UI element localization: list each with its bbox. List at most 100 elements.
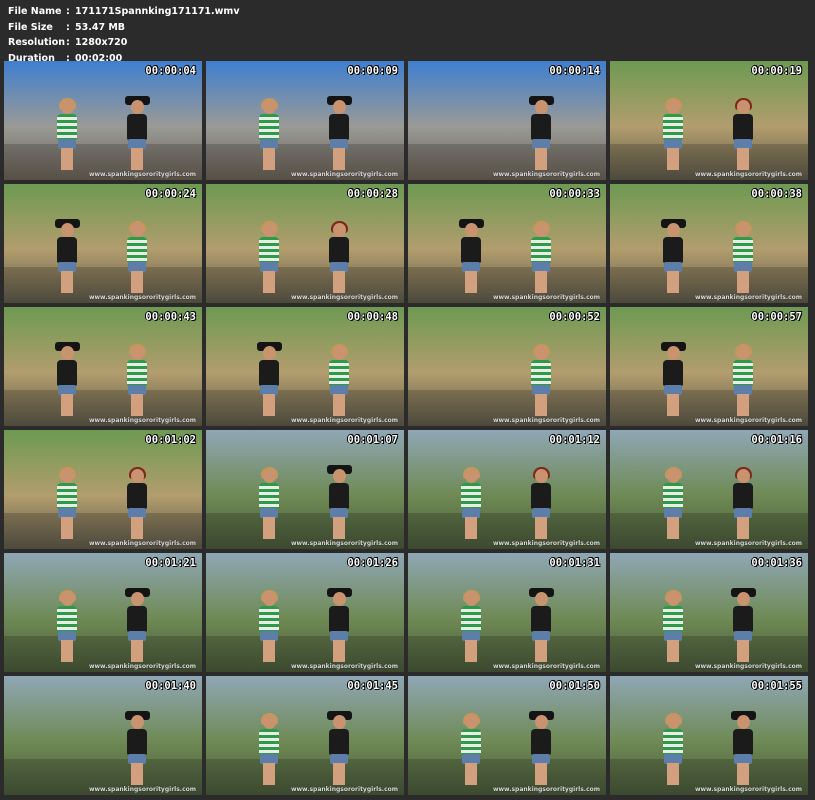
video-thumbnail[interactable]: 00:00:57 www.spankingsororitygirls.com (610, 307, 808, 426)
file-info-label: File Size (8, 21, 53, 33)
file-info-label: Resolution (8, 37, 66, 48)
watermark-text: www.spankingsororitygirls.com (290, 540, 398, 547)
thumbnail-timestamp: 00:01:21 (145, 557, 196, 569)
watermark-text: www.spankingsororitygirls.com (694, 417, 802, 424)
watermark-text: www.spankingsororitygirls.com (88, 417, 196, 424)
person-figure (124, 588, 150, 662)
thumbnail-timestamp: 00:01:31 (549, 557, 600, 569)
person-figure (528, 221, 554, 293)
person-figure (528, 711, 554, 785)
thumbnail-timestamp: 00:00:24 (145, 188, 196, 200)
watermark-text: www.spankingsororitygirls.com (492, 540, 600, 547)
person-figure (730, 711, 756, 785)
person-figure (660, 713, 686, 785)
watermark-text: www.spankingsororitygirls.com (290, 663, 398, 670)
watermark-text: www.spankingsororitygirls.com (694, 663, 802, 670)
file-info-separator: : (66, 6, 70, 17)
thumbnail-timestamp: 00:01:26 (347, 557, 398, 569)
video-thumbnail[interactable]: 00:00:52 www.spankingsororitygirls.com (408, 307, 606, 426)
thumbnail-timestamp: 00:01:16 (751, 434, 802, 446)
video-thumbnail[interactable]: 00:01:07 www.spankingsororitygirls.com (206, 430, 404, 549)
file-info-separator: : (66, 37, 70, 48)
thumbnail-timestamp: 00:00:43 (145, 311, 196, 323)
person-figure (256, 590, 282, 662)
person-figure (124, 711, 150, 785)
watermark-text: www.spankingsororitygirls.com (492, 171, 600, 178)
video-thumbnail[interactable]: 00:00:19 www.spankingsororitygirls.com (610, 61, 808, 180)
person-figure (326, 96, 352, 170)
video-thumbnail[interactable]: 00:01:12 www.spankingsororitygirls.com (408, 430, 606, 549)
thumbnail-timestamp: 00:00:04 (145, 65, 196, 77)
video-thumbnail[interactable]: 00:00:48 www.spankingsororitygirls.com (206, 307, 404, 426)
person-figure (458, 713, 484, 785)
video-thumbnail[interactable]: 00:00:04 www.spankingsororitygirls.com (4, 61, 202, 180)
person-figure (730, 98, 756, 170)
person-figure (256, 221, 282, 293)
thumbnail-timestamp: 00:00:19 (751, 65, 802, 77)
video-thumbnail[interactable]: 00:01:16 www.spankingsororitygirls.com (610, 430, 808, 549)
video-thumbnail[interactable]: 00:01:36 www.spankingsororitygirls.com (610, 553, 808, 672)
video-thumbnail[interactable]: 00:01:50 www.spankingsororitygirls.com (408, 676, 606, 795)
video-thumbnail[interactable]: 00:00:28 www.spankingsororitygirls.com (206, 184, 404, 303)
file-info-row: File Name:171171Spannking171171.wmv (8, 4, 240, 20)
thumbnail-timestamp: 00:00:57 (751, 311, 802, 323)
thumbnail-timestamp: 00:00:33 (549, 188, 600, 200)
video-thumbnail[interactable]: 00:01:31 www.spankingsororitygirls.com (408, 553, 606, 672)
watermark-text: www.spankingsororitygirls.com (492, 417, 600, 424)
person-figure (730, 221, 756, 293)
video-thumbnail[interactable]: 00:01:26 www.spankingsororitygirls.com (206, 553, 404, 672)
video-thumbnail[interactable]: 00:00:14 www.spankingsororitygirls.com (408, 61, 606, 180)
person-figure (528, 344, 554, 416)
person-figure (458, 590, 484, 662)
thumbnail-timestamp: 00:00:48 (347, 311, 398, 323)
thumbnail-timestamp: 00:01:40 (145, 680, 196, 692)
video-thumbnail[interactable]: 00:01:55 www.spankingsororitygirls.com (610, 676, 808, 795)
video-thumbnail[interactable]: 00:01:45 www.spankingsororitygirls.com (206, 676, 404, 795)
person-figure (660, 219, 686, 293)
thumbnail-timestamp: 00:01:55 (751, 680, 802, 692)
video-thumbnail[interactable]: 00:00:43 www.spankingsororitygirls.com (4, 307, 202, 426)
watermark-text: www.spankingsororitygirls.com (88, 540, 196, 547)
video-thumbnail[interactable]: 00:01:02 www.spankingsororitygirls.com (4, 430, 202, 549)
person-figure (458, 467, 484, 539)
thumbnail-timestamp: 00:00:52 (549, 311, 600, 323)
person-figure (256, 713, 282, 785)
person-figure (528, 96, 554, 170)
person-figure (660, 342, 686, 416)
person-figure (528, 588, 554, 662)
video-thumbnail[interactable]: 00:00:24 www.spankingsororitygirls.com (4, 184, 202, 303)
person-figure (528, 467, 554, 539)
person-figure (256, 467, 282, 539)
watermark-text: www.spankingsororitygirls.com (694, 786, 802, 793)
person-figure (124, 344, 150, 416)
watermark-text: www.spankingsororitygirls.com (88, 663, 196, 670)
person-figure (256, 98, 282, 170)
file-info-row: File Size:53.47 MB (8, 20, 240, 36)
thumbnail-timestamp: 00:01:12 (549, 434, 600, 446)
watermark-text: www.spankingsororitygirls.com (492, 786, 600, 793)
thumbnail-timestamp: 00:01:36 (751, 557, 802, 569)
video-thumbnail[interactable]: 00:00:33 www.spankingsororitygirls.com (408, 184, 606, 303)
watermark-text: www.spankingsororitygirls.com (694, 540, 802, 547)
person-figure (54, 467, 80, 539)
person-figure (54, 590, 80, 662)
thumbnail-timestamp: 00:00:14 (549, 65, 600, 77)
file-info-separator: : (66, 21, 70, 33)
person-figure (124, 96, 150, 170)
watermark-text: www.spankingsororitygirls.com (88, 786, 196, 793)
person-figure (660, 467, 686, 539)
video-thumbnail[interactable]: 00:01:40 www.spankingsororitygirls.com (4, 676, 202, 795)
person-figure (730, 588, 756, 662)
thumbnail-timestamp: 00:00:09 (347, 65, 398, 77)
video-thumbnail[interactable]: 00:00:38 www.spankingsororitygirls.com (610, 184, 808, 303)
person-figure (326, 465, 352, 539)
thumbnail-timestamp: 00:00:38 (751, 188, 802, 200)
person-figure (124, 467, 150, 539)
thumbnail-timestamp: 00:01:02 (145, 434, 196, 446)
video-thumbnail[interactable]: 00:00:09 www.spankingsororitygirls.com (206, 61, 404, 180)
thumbnail-timestamp: 00:01:45 (347, 680, 398, 692)
person-figure (326, 588, 352, 662)
file-info-value: 171171Spannking171171.wmv (75, 6, 240, 17)
video-thumbnail[interactable]: 00:01:21 www.spankingsororitygirls.com (4, 553, 202, 672)
person-figure (660, 590, 686, 662)
